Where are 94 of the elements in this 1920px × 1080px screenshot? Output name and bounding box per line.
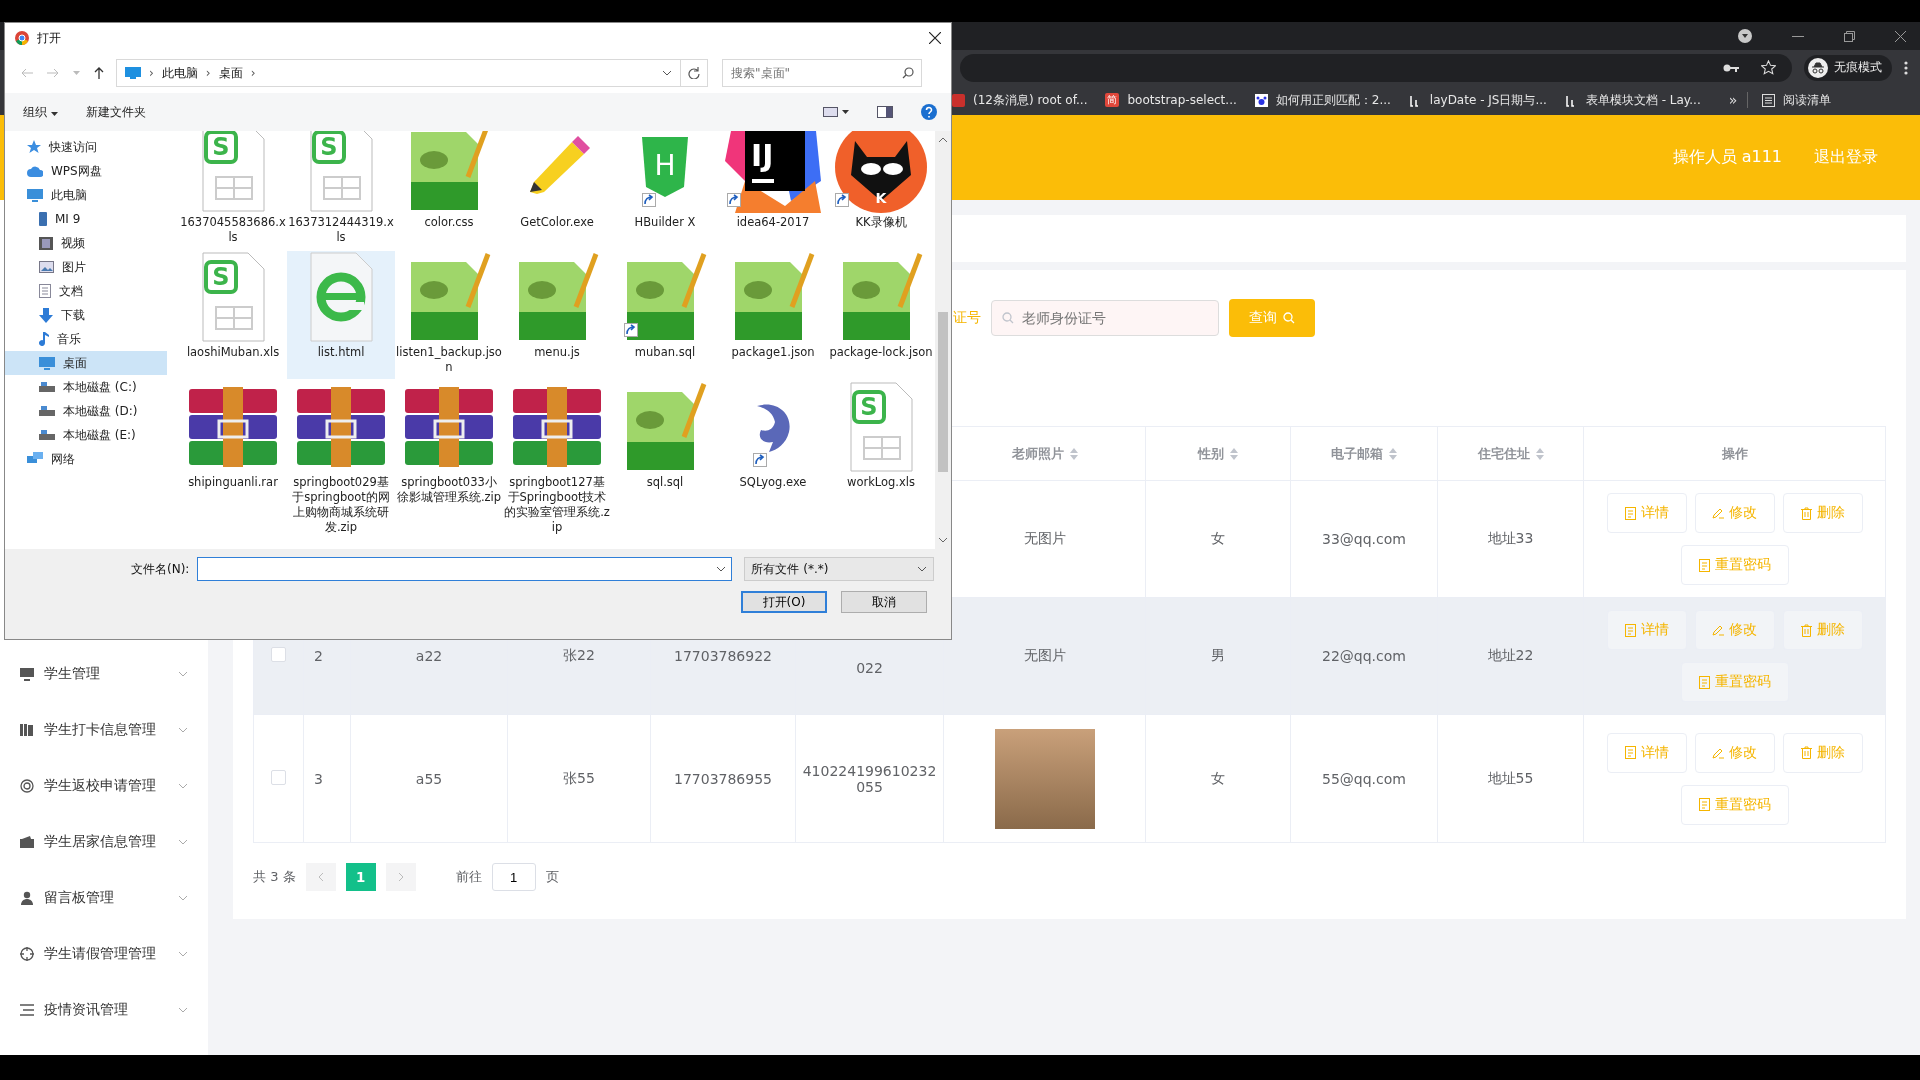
path-separator: › [205, 66, 211, 80]
sidebar-item[interactable]: 学生返校申请管理 [0, 758, 208, 814]
operator-label: 操作人员 a111 [1672, 147, 1782, 168]
file-item[interactable]: list.html [287, 251, 395, 379]
table-cell: 男 [1211, 647, 1225, 663]
table-cell: 张22 [563, 647, 595, 663]
file-item[interactable]: SQLyog.exe [719, 381, 827, 539]
table-cell: 2 [314, 648, 323, 664]
table-cell: 地址22 [1487, 647, 1534, 663]
table-cell: 地址55 [1487, 769, 1534, 786]
table-cell: 女 [1211, 530, 1225, 546]
nav-item[interactable]: 本地磁盘 (C:) [5, 375, 167, 399]
nav-item[interactable]: 本地磁盘 (E:) [5, 423, 167, 447]
nav-item[interactable]: 此电脑 [5, 183, 167, 207]
cancel-button[interactable]: 取消 [841, 591, 927, 613]
file-type-dropdown[interactable]: 所有文件 (*.*) [744, 557, 935, 581]
file-item[interactable]: package-lock.json [827, 251, 935, 379]
file-item[interactable]: springboot127基于Springboot技术的实验室管理系统.zip [503, 381, 611, 539]
sidebar-item[interactable]: 学生打卡信息管理 [0, 702, 208, 758]
file-item[interactable]: shipinguanli.rar [179, 381, 287, 539]
search-field[interactable]: 搜索"桌面" [722, 59, 922, 87]
table-cell: 022 [856, 660, 883, 676]
table-cell: 张55 [563, 769, 595, 786]
filename-label: 文件名(N): [131, 560, 190, 578]
nav-item[interactable]: 桌面 [5, 351, 167, 375]
reading-list-button[interactable]: 阅读清单 [1762, 91, 1832, 109]
open-button[interactable]: 打开(O) [741, 591, 827, 613]
organize-menu-button[interactable]: 组织 [23, 103, 58, 121]
total-count: 共 3 条 [253, 868, 296, 886]
page-input[interactable]: 1 [491, 863, 536, 891]
nav-item[interactable]: 文档 [5, 279, 167, 303]
nav-item[interactable]: WPS网盘 [5, 159, 167, 183]
file-item[interactable]: listen1_backup.json [395, 251, 503, 379]
address-field[interactable]: › 此电脑 › 桌面 › [116, 59, 681, 87]
nav-item[interactable]: MI 9 [5, 207, 167, 231]
table-cell: 410224199610232055 [802, 762, 937, 795]
file-item[interactable]: menu.js [503, 251, 611, 379]
file-item[interactable]: GetColor.exe [503, 131, 611, 249]
file-item[interactable]: H HBuilder X [611, 131, 719, 249]
bookmark[interactable]: 表单模块文档 - Lay... [1564, 91, 1701, 109]
sidebar-item[interactable]: 学生居家信息管理 [0, 814, 208, 870]
path-segment[interactable]: 此电脑 [161, 64, 198, 82]
file-item[interactable]: springboot033小徐影城管理系统.zip [395, 381, 503, 539]
path-segment[interactable]: 桌面 [218, 64, 243, 82]
table-cell: 女 [1211, 769, 1225, 786]
nav-item[interactable]: 本地磁盘 (D:) [5, 399, 167, 423]
file-item[interactable]: S 1637312444319.xls [287, 131, 395, 249]
file-item[interactable]: sql.sql [611, 381, 719, 539]
path-separator: › [149, 66, 154, 80]
path-separator[interactable]: › [250, 66, 256, 80]
table-cell: 22@qq.com [1322, 648, 1406, 664]
more-bookmarks-button[interactable]: » [1728, 92, 1749, 108]
nav-item[interactable]: 网络 [5, 447, 167, 471]
bookmark[interactable]: 如何用正则匹配：2... [1254, 91, 1391, 109]
nav-item[interactable]: 视频 [5, 231, 167, 255]
table-cell: a55 [415, 770, 443, 787]
page-unit-label: 页 [545, 868, 559, 886]
table-cell: 55@qq.com [1322, 770, 1406, 787]
table-cell: 无图片 [1023, 530, 1066, 546]
sidebar-item[interactable]: 疫情资讯管理 [0, 982, 208, 1038]
nav-item[interactable]: 快速访问 [5, 135, 167, 159]
bookmark[interactable]: 简 bootstrap-select... [1105, 93, 1237, 107]
nav-item[interactable]: 音乐 [5, 327, 167, 351]
new-folder-button[interactable]: 新建文件夹 [85, 103, 146, 121]
nav-item[interactable]: 下载 [5, 303, 167, 327]
search-label: 证号 [953, 309, 981, 327]
table-cell: 17703786922 [674, 648, 772, 664]
favicon-icon: 简 [1105, 93, 1120, 107]
file-item[interactable]: package1.json [719, 251, 827, 379]
file-item[interactable]: IJ idea64-2017 [719, 131, 827, 249]
goto-label: 前往 [455, 868, 482, 886]
incognito-badge[interactable]: 无痕模式 [1804, 54, 1892, 81]
dialog-title: 打开 [37, 29, 62, 47]
nav-item[interactable]: 图片 [5, 255, 167, 279]
file-item[interactable]: S laoshiMuban.xls [179, 251, 287, 379]
table-cell: 地址33 [1487, 530, 1534, 546]
table-cell: 17703786955 [674, 770, 772, 787]
search-field[interactable]: 老师身份证号 [991, 300, 1219, 336]
shield-logo-icon: H [640, 137, 690, 197]
table-cell: 3 [314, 770, 323, 787]
file-item[interactable]: color.css [395, 131, 503, 249]
bookmark[interactable]: (12条消息) root of... [952, 91, 1088, 109]
sidebar-item[interactable]: 学生管理 [0, 646, 208, 702]
bookmark[interactable]: layDate - JS日期与... [1408, 91, 1547, 109]
column-header: 操作 [1721, 444, 1748, 463]
file-item[interactable]: S workLog.xls [827, 381, 935, 539]
file-item[interactable]: springboot029基于springboot的网上购物商城系统研发.zip [287, 381, 395, 539]
file-item[interactable]: muban.sql [611, 251, 719, 379]
sidebar-item[interactable]: 留言板管理 [0, 870, 208, 926]
table-cell: a22 [415, 648, 443, 664]
table-cell: 无图片 [1023, 647, 1066, 663]
sidebar-item[interactable]: 学生请假管理管理 [0, 926, 208, 982]
table-cell: 33@qq.com [1322, 531, 1406, 547]
file-item[interactable]: S 1637045583686.xls [179, 131, 287, 249]
